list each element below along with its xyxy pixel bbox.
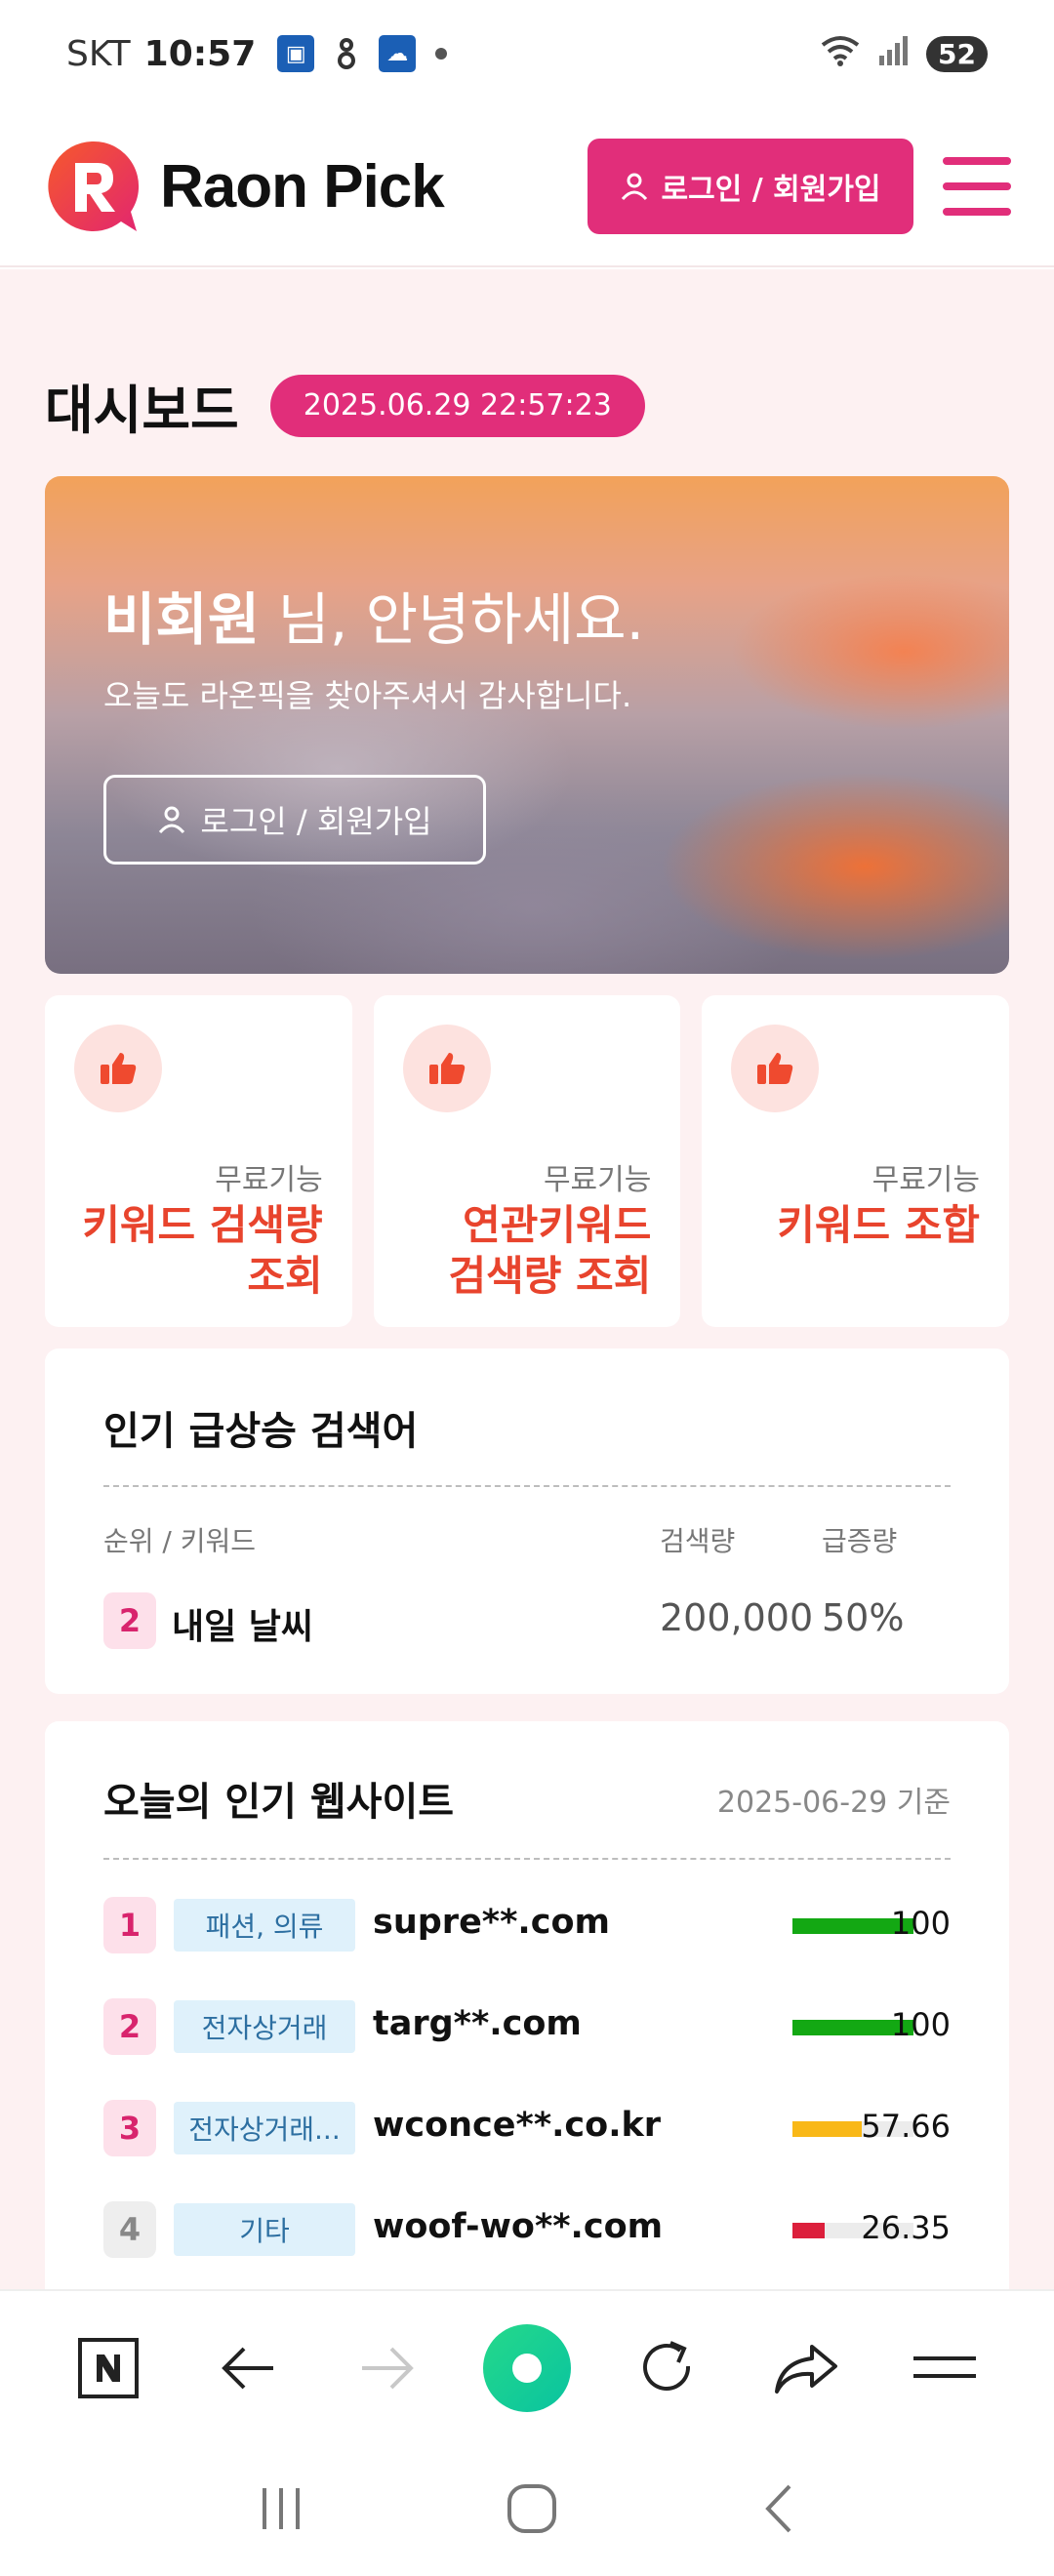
trend-volume: 200,000 — [660, 1596, 814, 1639]
page-title: 대시보드 — [45, 380, 239, 441]
dashboard-title-row: 대시보드 2025.06.29 22:57:23 — [45, 367, 645, 444]
popular-websites-card: 오늘의 인기 웹사이트 2025-06-29 기준 1 패션, 의류 supre… — [45, 1721, 1009, 2289]
signal-icon — [877, 34, 911, 74]
col-volume: 검색량 — [660, 1525, 736, 1557]
score-bar-fill — [792, 2121, 863, 2137]
website-row[interactable]: 2 전자상거래 targ**.com 100 — [103, 1998, 951, 2055]
website-category: 전자상거래... — [174, 2102, 355, 2154]
greeting-subtitle: 오늘도 라온픽을 찾아주셔서 감사합니다. — [103, 677, 632, 714]
home-icon[interactable] — [506, 2482, 558, 2539]
system-navigation-bar — [0, 2445, 1054, 2576]
feature-tag: 무료기능 — [215, 1163, 323, 1197]
feature-name-line1: 키워드 검색량 — [82, 1201, 323, 1249]
website-domain: targ**.com — [373, 2004, 582, 2043]
greeting-suffix: 님, 안녕하세요. — [260, 586, 645, 653]
banner-login-button[interactable]: 로그인 / 회원가입 — [103, 775, 486, 865]
browser-toolbar — [0, 2289, 1054, 2445]
website-score: 100 — [890, 2006, 951, 2043]
website-category: 전자상거래 — [174, 2000, 355, 2053]
feature-name-line2: 조회 — [247, 1252, 323, 1300]
feature-name: 키워드 조합 — [777, 1200, 980, 1251]
header-login-label: 로그인 / 회원가입 — [661, 173, 881, 207]
website-row[interactable]: 3 전자상거래... wconce**.co.kr 57.66 — [103, 2100, 951, 2156]
website-row[interactable]: 4 기타 woof-wo**.com 26.35 — [103, 2201, 951, 2258]
website-category: 패션, 의류 — [174, 1899, 355, 1952]
wifi-icon — [819, 33, 862, 75]
trending-title: 인기 급상승 검색어 — [103, 1409, 419, 1454]
notification-link-icon — [328, 35, 365, 72]
feature-name-line2: 검색량 조회 — [448, 1252, 652, 1300]
col-growth: 급증량 — [822, 1525, 898, 1557]
clock: 10:57 — [143, 33, 257, 74]
feature-name: 키워드 검색량 조회 — [82, 1200, 322, 1302]
dashboard-main: 대시보드 2025.06.29 22:57:23 비회원 님, 안녕하세요. 오… — [0, 269, 1054, 2289]
brand-name[interactable]: Raon Pick — [160, 152, 445, 221]
menu-icon[interactable] — [901, 2324, 989, 2412]
feature-card-related-keyword[interactable]: 무료기능 연관키워드 검색량 조회 — [373, 995, 681, 1327]
trend-rank-badge: 2 — [103, 1592, 156, 1649]
feature-cards: 무료기능 키워드 검색량 조회 무료기능 연관키워드 검색량 조회 무료기능 키… — [45, 995, 1010, 1327]
system-back-icon[interactable] — [758, 2482, 797, 2539]
user-icon — [622, 173, 648, 201]
battery-indicator: 52 — [926, 35, 988, 72]
website-domain: wconce**.co.kr — [373, 2106, 662, 2145]
website-rank-badge: 1 — [103, 1897, 156, 1953]
feature-card-keyword-combo[interactable]: 무료기능 키워드 조합 — [702, 995, 1010, 1327]
websites-date-note: 2025-06-29 기준 — [716, 1786, 951, 1820]
websites-title: 오늘의 인기 웹사이트 — [103, 1780, 455, 1825]
greeting-user: 비회원 — [103, 586, 261, 653]
datetime-badge: 2025.06.29 22:57:23 — [269, 374, 645, 437]
website-score: 57.66 — [861, 2108, 951, 2145]
feature-tag: 무료기능 — [872, 1163, 981, 1197]
thumbs-up-icon — [74, 1025, 162, 1112]
header-login-button[interactable]: 로그인 / 회원가입 — [588, 139, 913, 234]
divider — [103, 1858, 951, 1860]
green-dot-icon[interactable] — [482, 2324, 571, 2412]
naver-home-icon[interactable] — [64, 2324, 152, 2412]
raon-pick-logo-icon[interactable] — [43, 138, 141, 235]
website-rank-badge: 4 — [103, 2201, 156, 2258]
trending-keywords-card: 인기 급상승 검색어 순위 / 키워드 검색량 급증량 2 내일 날씨 200,… — [45, 1348, 1009, 1694]
greeting-text: 비회원 님, 안녕하세요. — [103, 574, 644, 656]
site-header: Raon Pick 로그인 / 회원가입 — [0, 107, 1054, 267]
trend-growth: 50% — [822, 1596, 905, 1639]
back-arrow-icon[interactable] — [204, 2324, 292, 2412]
website-domain: woof-wo**.com — [373, 2207, 664, 2246]
thumbs-up-icon — [402, 1025, 491, 1112]
feature-name-line1: 키워드 조합 — [777, 1201, 981, 1249]
website-category: 기타 — [174, 2203, 355, 2256]
welcome-banner: 비회원 님, 안녕하세요. 오늘도 라온픽을 찾아주셔서 감사합니다. 로그인 … — [45, 476, 1009, 974]
notification-cloud-icon: ☁ — [379, 35, 417, 72]
website-rank-badge: 3 — [103, 2100, 156, 2156]
feature-name: 연관키워드 검색량 조회 — [449, 1200, 652, 1302]
score-bar-fill — [792, 2223, 825, 2238]
refresh-icon[interactable] — [623, 2324, 710, 2412]
user-icon — [159, 806, 185, 834]
divider — [103, 1485, 951, 1487]
banner-login-label: 로그인 / 회원가입 — [200, 803, 432, 840]
status-bar: SKT 10:57 ▣ ☁ 52 — [0, 0, 1054, 107]
website-score: 26.35 — [861, 2209, 951, 2246]
website-score: 100 — [890, 1905, 951, 1942]
feature-tag: 무료기능 — [543, 1163, 652, 1197]
more-notifications-dot — [435, 48, 448, 60]
recent-apps-icon[interactable] — [257, 2486, 305, 2535]
feature-card-keyword-volume[interactable]: 무료기능 키워드 검색량 조회 — [45, 995, 352, 1327]
col-rank-keyword: 순위 / 키워드 — [103, 1525, 257, 1557]
feature-name-line1: 연관키워드 — [463, 1201, 652, 1249]
hamburger-menu-icon[interactable] — [943, 157, 1011, 216]
website-row[interactable]: 1 패션, 의류 supre**.com 100 — [103, 1897, 951, 1953]
thumbs-up-icon — [731, 1025, 820, 1112]
website-rank-badge: 2 — [103, 1998, 156, 2055]
carrier-label: SKT — [66, 33, 131, 74]
share-icon[interactable] — [762, 2324, 850, 2412]
notification-app-icon: ▣ — [277, 35, 315, 72]
trend-keyword[interactable]: 내일 날씨 — [172, 1598, 313, 1649]
website-domain: supre**.com — [373, 1903, 610, 1942]
forward-arrow-icon[interactable] — [344, 2324, 431, 2412]
